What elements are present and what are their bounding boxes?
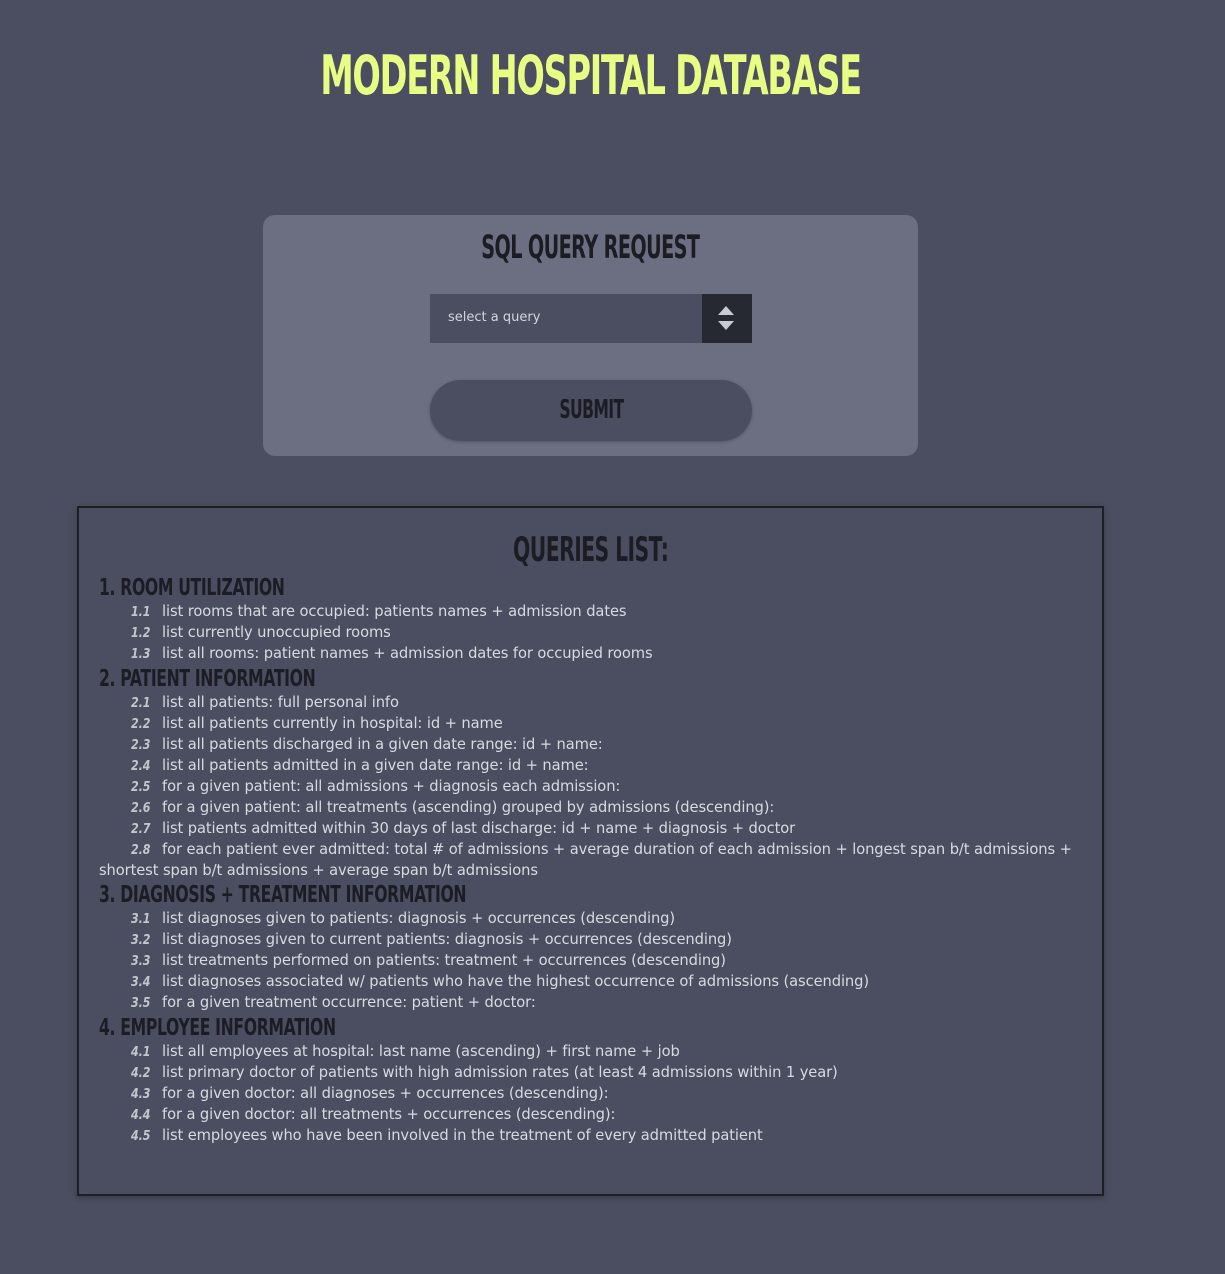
query-description: list employees who have been involved in… [162, 1127, 763, 1144]
query-description: list all patients currently in hospital:… [162, 715, 503, 732]
query-item: 3.3 list treatments performed on patients… [99, 951, 1084, 972]
query-number: 2.5 [131, 780, 151, 795]
query-number: 3.1 [131, 912, 151, 927]
query-description: for a given patient: all treatments (asc… [162, 799, 775, 816]
query-item: 2.2 list all patients currently in hospit… [99, 714, 1084, 735]
query-item: 4.2 list primary doctor of patients with … [99, 1063, 1084, 1084]
query-number: 4.5 [131, 1129, 151, 1144]
query-form-card: SQL QUERY REQUEST select a query SUBMIT [263, 215, 918, 456]
query-description: list all employees at hospital: last nam… [162, 1043, 680, 1060]
query-description: list patients admitted within 30 days of… [162, 820, 796, 837]
queries-list-panel: QUERIES LIST: 1. ROOM UTILIZATION 1.1 list… [77, 506, 1104, 1196]
query-description: list all patients: full personal info [162, 694, 399, 711]
query-description: for each patient ever admitted: total # … [99, 841, 1072, 879]
query-description: list diagnoses associated w/ patients wh… [162, 973, 869, 990]
query-number: 4.4 [131, 1108, 151, 1123]
queries-list-title: QUERIES LIST: [513, 530, 669, 570]
query-number: 2.8 [131, 843, 151, 858]
query-item: 2.1 list all patients: full personal info [99, 693, 1084, 714]
section-title: 4. EMPLOYEE INFORMATION [99, 1015, 336, 1041]
query-item: 3.1 list diagnoses given to patients: dia… [99, 909, 1084, 930]
query-item: 2.3 list all patients discharged in a giv… [99, 735, 1084, 756]
query-number: 1.3 [131, 647, 151, 662]
section-title: 3. DIAGNOSIS + TREATMENT INFORMATION [99, 882, 467, 908]
query-item: 4.5 list employees who have been involved… [99, 1126, 1084, 1147]
query-number: 2.6 [131, 801, 151, 816]
query-section: 4. EMPLOYEE INFORMATION 4.1 list all emplo… [99, 1014, 1084, 1147]
query-number: 3.5 [131, 996, 151, 1011]
submit-button-label: SUBMIT [558, 395, 624, 425]
select-arrows-icon[interactable] [702, 294, 752, 343]
query-number: 2.7 [131, 822, 151, 837]
query-number: 2.1 [131, 696, 151, 711]
query-number: 2.4 [131, 759, 151, 774]
query-description: list all patients admitted in a given da… [162, 757, 589, 774]
query-select-value: select a query [448, 310, 541, 325]
query-description: for a given doctor: all diagnoses + occu… [162, 1085, 609, 1102]
query-section: 3. DIAGNOSIS + TREATMENT INFORMATION 3.1 l… [99, 881, 1084, 1014]
query-section: 1. ROOM UTILIZATION 1.1 list rooms that ar… [99, 574, 1084, 665]
query-item: 3.2 list diagnoses given to current patie… [99, 930, 1084, 951]
query-item: 1.3 list all rooms: patient names + admis… [99, 644, 1084, 665]
query-number: 1.1 [131, 605, 151, 620]
section-title: 1. ROOM UTILIZATION [99, 575, 285, 601]
query-description: for a given patient: all admissions + di… [162, 778, 621, 795]
query-number: 1.2 [131, 626, 151, 641]
query-description: list primary doctor of patients with hig… [162, 1064, 838, 1081]
section-title: 2. PATIENT INFORMATION [99, 666, 316, 692]
query-description: list currently unoccupied rooms [162, 624, 391, 641]
query-item: 3.4 list diagnoses associated w/ patients… [99, 972, 1084, 993]
query-description: list rooms that are occupied: patients n… [162, 603, 627, 620]
query-select[interactable]: select a query [430, 294, 752, 343]
query-number: 4.3 [131, 1087, 151, 1102]
query-item: 2.5 for a given patient: all admissions +… [99, 777, 1084, 798]
query-item: 4.4 for a given doctor: all treatments + … [99, 1105, 1084, 1126]
query-number: 2.3 [131, 738, 151, 753]
query-item: 4.1 list all employees at hospital: last … [99, 1042, 1084, 1063]
query-number: 4.2 [131, 1066, 151, 1081]
query-item: 3.5 for a given treatment occurrence: pat… [99, 993, 1084, 1014]
form-title: SQL QUERY REQUEST [481, 228, 700, 266]
query-description: list all patients discharged in a given … [162, 736, 603, 753]
query-item: 2.6 for a given patient: all treatments (… [99, 798, 1084, 819]
query-number: 2.2 [131, 717, 151, 732]
submit-button[interactable]: SUBMIT [430, 380, 752, 441]
query-item: 1.2 list currently unoccupied rooms [99, 623, 1084, 644]
query-description: for a given doctor: all treatments + occ… [162, 1106, 616, 1123]
query-number: 3.3 [131, 954, 151, 969]
section-header: 1. ROOM UTILIZATION [99, 574, 1084, 602]
query-item: 2.7 list patients admitted within 30 days… [99, 819, 1084, 840]
query-item: 1.1 list rooms that are occupied: patient… [99, 602, 1084, 623]
arrow-up-icon [718, 306, 734, 315]
arrow-down-icon [718, 321, 734, 330]
query-number: 3.2 [131, 933, 151, 948]
query-description: for a given treatment occurrence: patien… [162, 994, 536, 1011]
section-header: 2. PATIENT INFORMATION [99, 665, 1084, 693]
section-header: 3. DIAGNOSIS + TREATMENT INFORMATION [99, 881, 1084, 909]
page-title: MODERN HOSPITAL DATABASE [320, 44, 862, 107]
query-item: 2.8 for each patient ever admitted: total… [99, 840, 1084, 881]
queries-list: 1. ROOM UTILIZATION 1.1 list rooms that ar… [99, 574, 1084, 1147]
query-number: 3.4 [131, 975, 151, 990]
query-description: list diagnoses given to current patients… [162, 931, 732, 948]
query-section: 2. PATIENT INFORMATION 2.1 list all patien… [99, 665, 1084, 881]
query-description: list treatments performed on patients: t… [162, 952, 726, 969]
section-header: 4. EMPLOYEE INFORMATION [99, 1014, 1084, 1042]
query-description: list diagnoses given to patients: diagno… [162, 910, 676, 927]
query-item: 2.4 list all patients admitted in a given… [99, 756, 1084, 777]
query-number: 4.1 [131, 1045, 151, 1060]
query-item: 4.3 for a given doctor: all diagnoses + o… [99, 1084, 1084, 1105]
query-description: list all rooms: patient names + admissio… [162, 645, 653, 662]
